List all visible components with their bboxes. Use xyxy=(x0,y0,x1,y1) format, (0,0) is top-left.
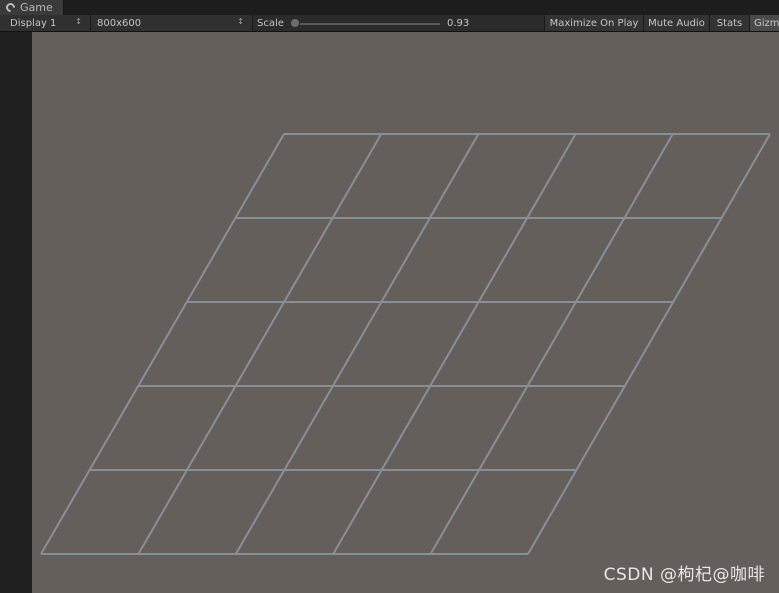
stats-button[interactable]: Stats xyxy=(709,15,749,31)
game-viewport[interactable]: CSDN @枸杞@咖啡 xyxy=(32,32,779,593)
grid-plane xyxy=(40,133,771,555)
mute-audio-button[interactable]: Mute Audio xyxy=(643,15,709,31)
tab-game[interactable]: Game xyxy=(0,0,64,15)
maximize-on-play-button[interactable]: Maximize On Play xyxy=(544,15,643,31)
game-toolbar: Display 1 ↕ 800x600 ↕ Scale 0.93 Maximiz… xyxy=(0,15,779,32)
scale-value: 0.93 xyxy=(447,17,470,29)
grid-column-line xyxy=(40,133,285,555)
tab-bar: Game xyxy=(0,0,779,15)
grid-column-line xyxy=(527,133,771,555)
updown-arrow-icon: ↕ xyxy=(75,17,82,26)
display-dropdown-label: Display 1 xyxy=(10,17,57,29)
grid-column-line xyxy=(332,133,577,555)
display-dropdown[interactable]: Display 1 ↕ xyxy=(0,15,91,31)
scale-slider-thumb[interactable] xyxy=(290,18,300,28)
tab-game-label: Game xyxy=(20,1,53,14)
resolution-dropdown-label: 800x600 xyxy=(97,17,142,29)
scale-slider-track[interactable] xyxy=(294,23,440,25)
resolution-dropdown[interactable]: 800x600 ↕ xyxy=(91,15,253,31)
viewport-side-gutter xyxy=(0,32,32,593)
updown-arrow-icon: ↕ xyxy=(237,17,244,26)
grid-column-line xyxy=(234,133,480,555)
watermark-text: CSDN @枸杞@咖啡 xyxy=(603,565,765,585)
grid-column-line xyxy=(429,133,674,555)
scale-label: Scale xyxy=(257,17,284,29)
pacman-icon xyxy=(4,1,17,14)
grid-column-line xyxy=(137,133,383,555)
gizmos-button[interactable]: Gizm xyxy=(749,15,779,31)
